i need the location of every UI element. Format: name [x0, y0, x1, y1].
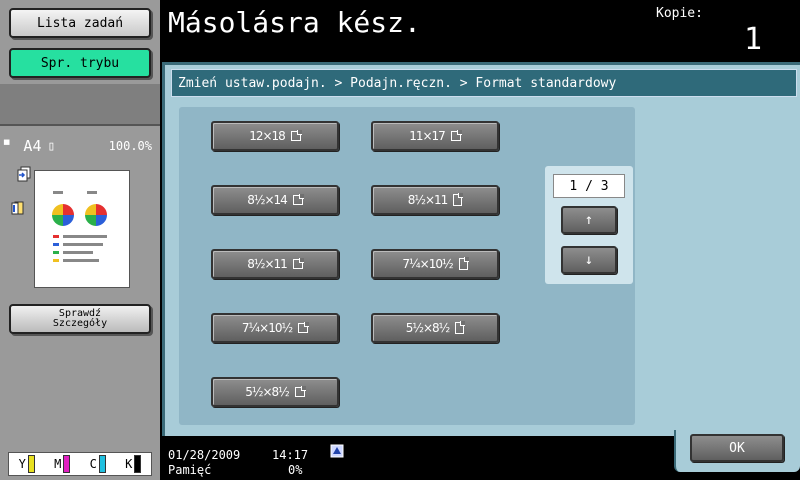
page-indicator: 1 / 3: [553, 174, 625, 198]
preview-page-thumbnail: [34, 170, 130, 288]
size-button-11x17[interactable]: 11×17: [371, 121, 499, 151]
size-button-5.5x8.5-portrait[interactable]: 5½×8½: [371, 313, 499, 343]
toner-yellow: Y: [19, 455, 35, 473]
date: 01/28/2009: [168, 448, 241, 462]
size-button-12x18[interactable]: 12×18: [211, 121, 339, 151]
size-button-5.5x8.5-landscape[interactable]: 5½×8½: [211, 377, 339, 407]
size-button-8.5x11-landscape[interactable]: 8½×11: [211, 249, 339, 279]
landscape-paper-icon: [292, 258, 304, 269]
tray-icon: ▀: [4, 141, 10, 151]
preview-header: ▀ A4 ▯ 100.0%: [4, 136, 156, 156]
copy-stack-icon: [17, 166, 31, 182]
copies-value: 1: [744, 22, 763, 57]
toner-black: K: [125, 455, 142, 473]
copies-label: Kopie:: [656, 6, 703, 21]
size-button-8.5x14[interactable]: 8½×14: [211, 185, 339, 215]
job-list-button[interactable]: Lista zadań: [9, 8, 151, 38]
arrow-up-icon: ↑: [584, 212, 594, 228]
preview-area: [4, 158, 156, 294]
zoom-value: 100.0%: [108, 139, 152, 153]
arrow-down-icon: ↓: [584, 252, 594, 268]
breadcrumb: Zmień ustaw.podajn. > Podajn.ręczn. > Fo…: [171, 69, 797, 97]
portrait-paper-icon: [458, 257, 469, 270]
landscape-paper-icon: [294, 386, 306, 397]
page-down-button[interactable]: ↓: [561, 246, 617, 274]
ok-button[interactable]: OK: [690, 434, 784, 462]
pie-graphic: [85, 204, 107, 226]
toner-levels: Y M C K: [8, 452, 152, 476]
status-bar: 01/28/2009 14:17 Pamięć 0% OK: [162, 430, 800, 480]
size-button-7.25x10.5-portrait[interactable]: 7¼×10½: [371, 249, 499, 279]
left-panel: Lista zadań Spr. trybu ▀ A4 ▯ 100.0% Spr…: [0, 0, 160, 480]
ok-frame: OK: [674, 430, 800, 472]
portrait-paper-icon: [453, 193, 464, 206]
check-details-button[interactable]: Sprawdź Szczegóły: [9, 304, 151, 334]
size-button-8.5x11-portrait[interactable]: 8½×11: [371, 185, 499, 215]
paper-size: A4: [23, 137, 42, 155]
landscape-paper-icon: [292, 194, 304, 205]
toner-magenta: M: [54, 455, 71, 473]
status-title: Másolásra kész.: [168, 6, 421, 39]
portrait-paper-icon: [455, 321, 466, 334]
check-mode-button[interactable]: Spr. trybu: [9, 48, 151, 78]
landscape-paper-icon: [298, 322, 310, 333]
page-up-button[interactable]: ↑: [561, 206, 617, 234]
landscape-paper-icon: [290, 130, 302, 141]
settings-panel: Zmień ustaw.podajn. > Podajn.ręczn. > Fo…: [162, 62, 800, 436]
size-grid: 12×18 11×17 8½×14 8½×11 8½×11 7¼×10½ 7¼×…: [179, 107, 635, 425]
memory-value: 0%: [288, 463, 303, 477]
duplex-icon: [11, 201, 24, 215]
portrait-icon: ▯: [47, 138, 56, 154]
landscape-paper-icon: [450, 130, 462, 141]
memory-label: Pamięć: [168, 463, 212, 477]
pie-graphic: [52, 204, 74, 226]
pager: 1 / 3 ↑ ↓: [545, 166, 633, 284]
mode-bar: [0, 84, 160, 126]
time: 14:17: [272, 448, 309, 462]
network-icon: [330, 444, 344, 458]
size-button-7.25x10.5-landscape[interactable]: 7¼×10½: [211, 313, 339, 343]
toner-cyan: C: [90, 455, 106, 473]
